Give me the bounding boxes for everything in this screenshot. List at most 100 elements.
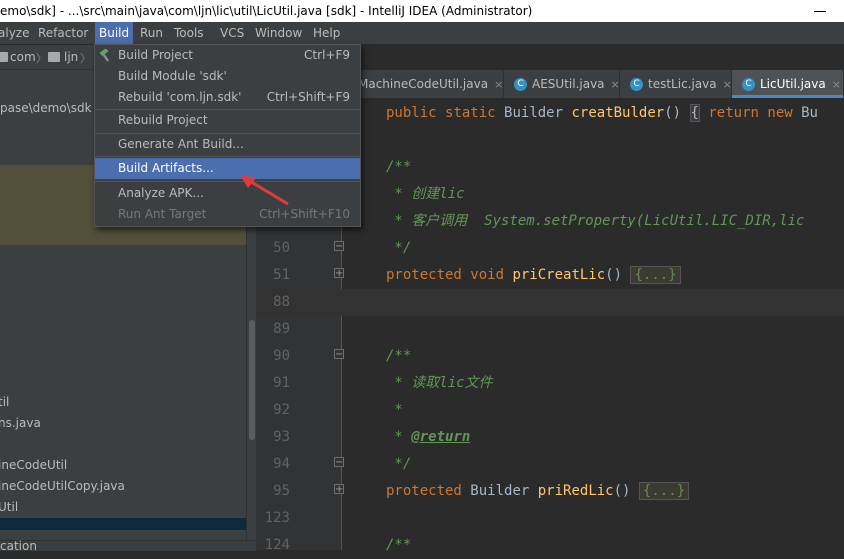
build-menu: Build Project Ctrl+F9 Build Module 'sdk'… <box>94 44 361 227</box>
menu-item-label: Build Project <box>118 48 193 62</box>
menu-item-label: Rebuild 'com.ljn.sdk' <box>118 90 242 104</box>
bottom-tab-label: cation <box>0 539 37 553</box>
method-name: priRedLic <box>537 483 614 499</box>
menu-item-analyze-apk[interactable]: Analyze APK... <box>95 183 360 204</box>
line-number: 94 <box>273 456 290 472</box>
code-line: protected Builder priRedLic() {...} <box>386 478 690 505</box>
fold-expand-icon[interactable]: + <box>334 268 344 279</box>
fold-collapse-icon[interactable]: − <box>334 349 344 360</box>
keyword: protected <box>386 483 462 499</box>
fold-collapse-icon[interactable]: − <box>334 457 344 468</box>
keyword: return <box>708 105 759 121</box>
tab-label: LicUtil.java <box>760 77 826 91</box>
class-icon: C <box>630 78 643 91</box>
title-bar: emo\sdk] - ...\src\main\java\com\ljn\lic… <box>0 0 844 22</box>
menu-bar: alyze Refactor Build Run Tools VCS Windo… <box>0 22 844 45</box>
menu-tools[interactable]: Tools <box>174 22 204 44</box>
breadcrumb-ljn[interactable]: ljn <box>64 45 78 69</box>
menu-item-generate-ant-build[interactable]: Generate Ant Build... <box>95 134 360 155</box>
code-line: public static Builder creatBulder() { re… <box>386 100 818 127</box>
line-number: 90 <box>273 348 290 364</box>
comment-line: /** <box>386 348 412 364</box>
method-name: priCreatLic <box>512 267 606 283</box>
menu-item-run-ant-target: Run Ant Target Ctrl+Shift+F10 <box>95 204 360 225</box>
parens: () <box>613 483 631 499</box>
comment-line: * 读取lic文件 <box>386 375 493 391</box>
menu-run[interactable]: Run <box>140 22 163 44</box>
menu-item-rebuild-module[interactable]: Rebuild 'com.ljn.sdk' Ctrl+Shift+F9 <box>95 87 360 108</box>
bottom-tool-tab[interactable]: cation <box>0 539 256 553</box>
comment-line: * @return <box>386 424 470 451</box>
folded-code[interactable]: {...} <box>630 266 681 284</box>
comment-star: * <box>386 429 403 445</box>
tree-item[interactable]: ineCodeUtilCopy.java <box>0 476 125 497</box>
menu-item-build-module[interactable]: Build Module 'sdk' <box>95 66 360 87</box>
line-number: 95 <box>273 483 290 499</box>
menu-item-label: Analyze APK... <box>118 186 204 200</box>
menu-item-build-artifacts[interactable]: Build Artifacts... <box>95 158 360 179</box>
minimize-button[interactable] <box>796 0 844 22</box>
fold-collapse-icon[interactable]: − <box>334 241 344 252</box>
comment-line: * 创建lic <box>386 186 465 202</box>
folded-code[interactable]: {...} <box>638 482 690 500</box>
menu-window[interactable]: Window <box>255 22 302 44</box>
class-icon: C <box>514 78 527 91</box>
folder-icon <box>48 52 60 62</box>
javadoc-tag: @return <box>411 429 471 445</box>
menu-build[interactable]: Build <box>95 22 134 44</box>
tree-item[interactable]: til <box>0 392 9 413</box>
line-number: 123 <box>264 510 290 526</box>
line-number: 89 <box>273 321 290 337</box>
comment-line: /** <box>386 159 412 175</box>
close-icon[interactable]: × <box>611 78 620 91</box>
menu-item-shortcut: Ctrl+Shift+F9 <box>266 90 350 104</box>
fold-expand-icon[interactable]: + <box>334 484 344 495</box>
parens: () <box>605 267 623 283</box>
comment-line: /** <box>386 537 412 553</box>
code-text: Bu <box>801 105 818 121</box>
line-number: 91 <box>273 375 290 391</box>
tab-label: testLic.java <box>648 77 717 91</box>
keyword: void <box>470 267 505 283</box>
tree-item[interactable]: Util <box>0 497 18 518</box>
menu-item-rebuild-project[interactable]: Rebuild Project <box>95 110 360 131</box>
line-number: 92 <box>273 402 290 418</box>
line-number: 124 <box>264 537 290 553</box>
keyword: new <box>767 105 793 121</box>
code-line: protected void priCreatLic() {...} <box>386 262 681 289</box>
menu-item-label: Rebuild Project <box>118 113 208 127</box>
menu-item-build-project[interactable]: Build Project Ctrl+F9 <box>95 45 360 66</box>
close-icon[interactable]: × <box>832 78 841 91</box>
menu-refactor[interactable]: Refactor <box>38 22 88 44</box>
keyword: protected <box>386 267 462 283</box>
keyword: static <box>445 105 496 121</box>
tree-item[interactable]: ns.java <box>0 413 41 434</box>
tab-label: MachineCodeUtil.java <box>358 77 489 91</box>
parens: () <box>664 105 682 121</box>
menu-analyze[interactable]: alyze <box>0 22 29 44</box>
close-icon[interactable]: × <box>494 78 503 91</box>
tab-aesutil[interactable]: C AESUtil.java × <box>504 70 620 98</box>
folder-icon <box>0 52 8 62</box>
tree-item[interactable]: ineCodeUtil <box>0 455 67 476</box>
menu-item-label: Generate Ant Build... <box>118 137 244 151</box>
method-name: creatBulder <box>571 105 665 121</box>
close-icon[interactable]: × <box>723 78 732 91</box>
type-name: Builder <box>470 483 530 499</box>
breadcrumb-com[interactable]: com <box>10 45 36 69</box>
brace: { <box>689 104 700 122</box>
keyword: public <box>386 105 437 121</box>
comment-line: */ <box>386 240 412 256</box>
tab-licutil[interactable]: C LicUtil.java × <box>732 70 844 98</box>
class-icon: C <box>742 78 755 91</box>
annotation-arrow-icon <box>240 175 289 206</box>
menu-item-label: Run Ant Target <box>118 207 207 221</box>
tab-testlic[interactable]: CtestLic.java × <box>620 70 732 98</box>
chevron-right-icon: 〉 <box>80 52 91 65</box>
menu-help[interactable]: Help <box>313 22 340 44</box>
comment-line: * 客户调用 System.setProperty(LicUtil.LIC_DI… <box>386 213 805 229</box>
menu-vcs[interactable]: VCS <box>220 22 244 44</box>
selected-tree-row[interactable] <box>0 518 256 530</box>
menu-item-label: Build Module 'sdk' <box>118 69 227 83</box>
current-line-highlight <box>256 289 844 316</box>
